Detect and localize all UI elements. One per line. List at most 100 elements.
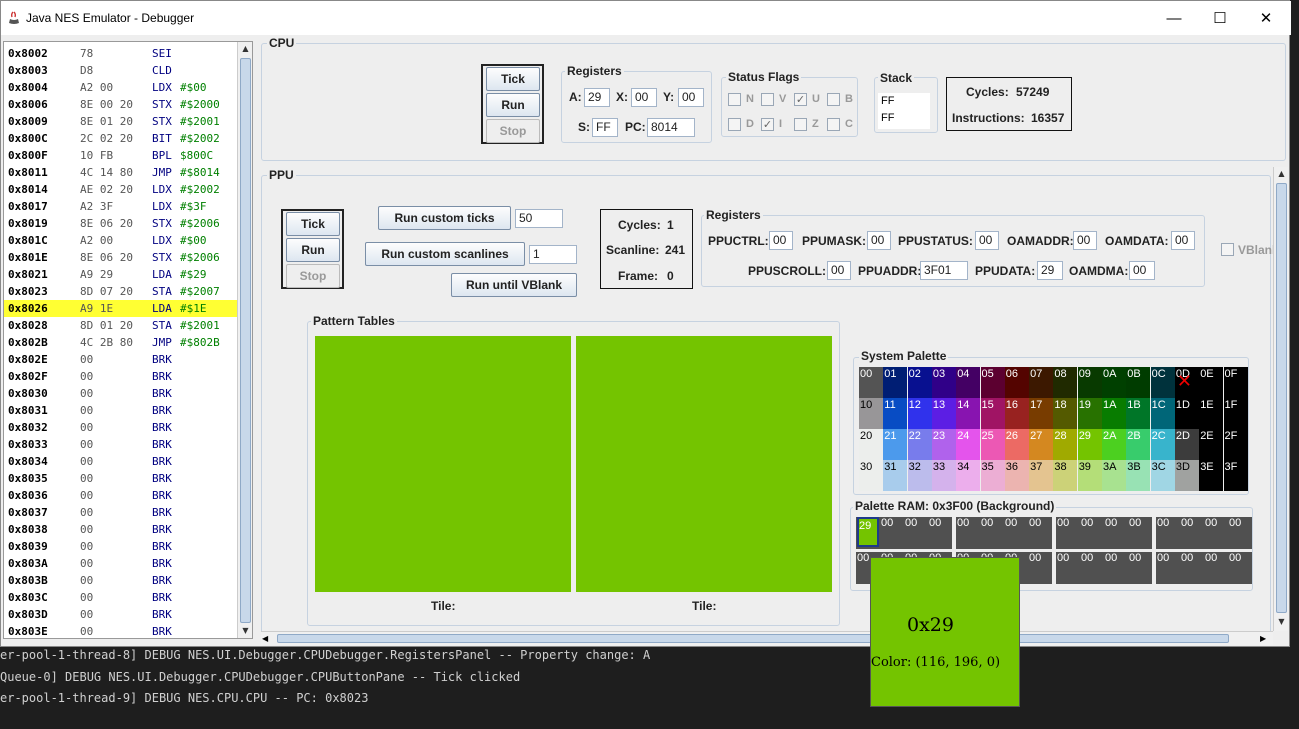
palette-swatch[interactable]: 06 — [1004, 367, 1029, 398]
palette-swatch[interactable]: 16 — [1004, 398, 1029, 429]
disassembly-row[interactable]: 0x801E 8E 06 20 STX #$2006 — [4, 249, 238, 266]
flag-u-checkbox[interactable]: ✓ — [794, 93, 807, 106]
disassembly-row[interactable]: 0x802F 00 BRK — [4, 368, 238, 385]
palette-swatch[interactable]: 2C — [1150, 429, 1175, 460]
palette-swatch[interactable]: 09 — [1077, 367, 1102, 398]
flag-i-checkbox[interactable]: ✓ — [761, 118, 774, 131]
palette-swatch[interactable]: 01 — [883, 367, 908, 398]
custom-scanlines-input[interactable]: 1 — [529, 245, 577, 264]
palette-swatch[interactable]: 34 — [956, 460, 981, 491]
palette-ram-entry[interactable]: 00 — [1181, 516, 1203, 532]
vblank-checkbox[interactable] — [1221, 243, 1234, 256]
palette-swatch[interactable]: 2E — [1199, 429, 1224, 460]
scroll-left-arrow-icon[interactable]: ◀ — [262, 632, 274, 645]
palette-swatch[interactable]: 11 — [883, 398, 908, 429]
palette-ram-entry[interactable]: 00 — [1157, 516, 1179, 532]
palette-swatch[interactable]: 27 — [1029, 429, 1054, 460]
palette-ram-entry[interactable]: 00 — [1205, 551, 1227, 567]
palette-swatch[interactable]: 1E — [1199, 398, 1224, 429]
palette-swatch[interactable]: 13 — [931, 398, 956, 429]
disassembly-row[interactable]: 0x801C A2 00 LDX #$00 — [4, 232, 238, 249]
palette-swatch[interactable]: 3A — [1102, 460, 1126, 491]
palette-ram-entry[interactable]: 00 — [1005, 516, 1027, 532]
palette-swatch[interactable]: 00 — [859, 367, 883, 398]
disassembly-row[interactable]: 0x8038 00 BRK — [4, 521, 238, 538]
palette-swatch[interactable]: 31 — [883, 460, 908, 491]
palette-swatch[interactable]: 02 — [907, 367, 932, 398]
palette-swatch[interactable]: 32 — [907, 460, 932, 491]
disassembly-row[interactable]: 0x802B 4C 2B 80 JMP #$802B — [4, 334, 238, 351]
palette-ram-entry[interactable]: 00 — [1081, 516, 1103, 532]
cpu-stop-button[interactable]: Stop — [486, 119, 540, 143]
flag-b-checkbox[interactable] — [827, 93, 840, 106]
custom-ticks-input[interactable]: 50 — [515, 209, 563, 228]
pattern-table-1[interactable] — [576, 336, 832, 592]
palette-swatch[interactable]: 21 — [883, 429, 908, 460]
ppu-stop-button[interactable]: Stop — [286, 264, 340, 288]
minimize-button[interactable]: — — [1151, 1, 1197, 35]
scroll-down-arrow-icon[interactable]: ▼ — [1274, 615, 1289, 629]
ppu-reg-field[interactable]: 00 — [1129, 261, 1155, 280]
palette-ram-entry[interactable]: 00 — [981, 516, 1003, 532]
disassembly-row[interactable]: 0x8033 00 BRK — [4, 436, 238, 453]
disassembly-row[interactable]: 0x8014 AE 02 20 LDX #$2002 — [4, 181, 238, 198]
palette-swatch[interactable]: 22 — [907, 429, 932, 460]
ppu-reg-field[interactable]: 00 — [867, 231, 891, 250]
scroll-thumb[interactable] — [277, 634, 1229, 643]
palette-swatch[interactable]: 0E — [1199, 367, 1224, 398]
scroll-thumb[interactable] — [240, 58, 251, 623]
palette-swatch[interactable]: 2D — [1174, 429, 1199, 460]
disassembly-row[interactable]: 0x8011 4C 14 80 JMP #$8014 — [4, 164, 238, 181]
ppu-reg-field[interactable]: 29 — [1037, 261, 1063, 280]
palette-ram-entry[interactable]: 00 — [1181, 551, 1203, 567]
palette-swatch[interactable]: 26 — [1004, 429, 1029, 460]
disassembly-row[interactable]: 0x8028 8D 01 20 STA #$2001 — [4, 317, 238, 334]
reg-pc-field[interactable]: 8014 — [647, 118, 695, 137]
disassembly-row[interactable]: 0x8002 78 SEI — [4, 45, 238, 62]
disassembly-row[interactable]: 0x8004 A2 00 LDX #$00 — [4, 79, 238, 96]
disassembly-list[interactable]: 0x8002 78 SEI 0x8003 D8 CLD 0x8004 A2 00 LDX #$00… — [3, 41, 253, 639]
disassembly-row[interactable]: 0x8035 00 BRK — [4, 470, 238, 487]
palette-swatch[interactable]: 1C — [1150, 398, 1175, 429]
ppu-vertical-scrollbar[interactable]: ▲ ▼ — [1273, 167, 1288, 631]
cpu-run-button[interactable]: Run — [486, 93, 540, 117]
palette-swatch[interactable]: 04 — [956, 367, 981, 398]
palette-swatch[interactable]: 3B — [1126, 460, 1151, 491]
palette-swatch[interactable]: 14 — [956, 398, 981, 429]
close-button[interactable]: ✕ — [1243, 1, 1289, 35]
palette-swatch[interactable]: 05 — [980, 367, 1005, 398]
palette-swatch[interactable]: 07 — [1029, 367, 1054, 398]
palette-swatch[interactable]: 25 — [980, 429, 1005, 460]
ppu-reg-field[interactable]: 00 — [975, 231, 999, 250]
ppu-tick-button[interactable]: Tick — [286, 212, 340, 236]
disassembly-row[interactable]: 0x8019 8E 06 20 STX #$2006 — [4, 215, 238, 232]
palette-swatch[interactable]: 08 — [1053, 367, 1078, 398]
scroll-thumb[interactable] — [1276, 183, 1287, 613]
disassembly-row[interactable]: 0x8031 00 BRK — [4, 402, 238, 419]
run-custom-scanlines-button[interactable]: Run custom scanlines — [365, 242, 525, 266]
palette-swatch[interactable]: 0A — [1102, 367, 1126, 398]
ppu-reg-field[interactable]: 00 — [827, 261, 851, 280]
palette-swatch[interactable]: 0C — [1150, 367, 1175, 398]
disassembly-row[interactable]: 0x8037 00 BRK — [4, 504, 238, 521]
palette-swatch[interactable]: 15 — [980, 398, 1005, 429]
maximize-button[interactable]: ☐ — [1197, 1, 1243, 35]
palette-swatch[interactable]: 2F — [1223, 429, 1248, 460]
scroll-right-arrow-icon[interactable]: ▶ — [1260, 632, 1272, 645]
ppu-run-button[interactable]: Run — [286, 238, 340, 262]
disassembly-row[interactable]: 0x803A 00 BRK — [4, 555, 238, 572]
reg-a-field[interactable]: 29 — [584, 88, 610, 107]
palette-ram-entry[interactable]: 00 — [1105, 516, 1127, 532]
flag-d-checkbox[interactable] — [728, 118, 741, 131]
flag-n-checkbox[interactable] — [728, 93, 741, 106]
disassembly-row[interactable]: 0x8021 A9 29 LDA #$29 — [4, 266, 238, 283]
palette-ram-entry[interactable]: 00 — [1205, 516, 1227, 532]
palette-ram-entry[interactable]: 00 — [1057, 516, 1079, 532]
palette-swatch[interactable]: 17 — [1029, 398, 1054, 429]
palette-swatch[interactable]: 35 — [980, 460, 1005, 491]
palette-ram-entry[interactable]: 00 — [1129, 551, 1151, 567]
palette-swatch[interactable]: 23 — [931, 429, 956, 460]
palette-ram-entry[interactable]: 00 — [929, 516, 951, 532]
disassembly-row[interactable]: 0x800C 2C 02 20 BIT #$2002 — [4, 130, 238, 147]
run-custom-ticks-button[interactable]: Run custom ticks — [378, 206, 511, 230]
